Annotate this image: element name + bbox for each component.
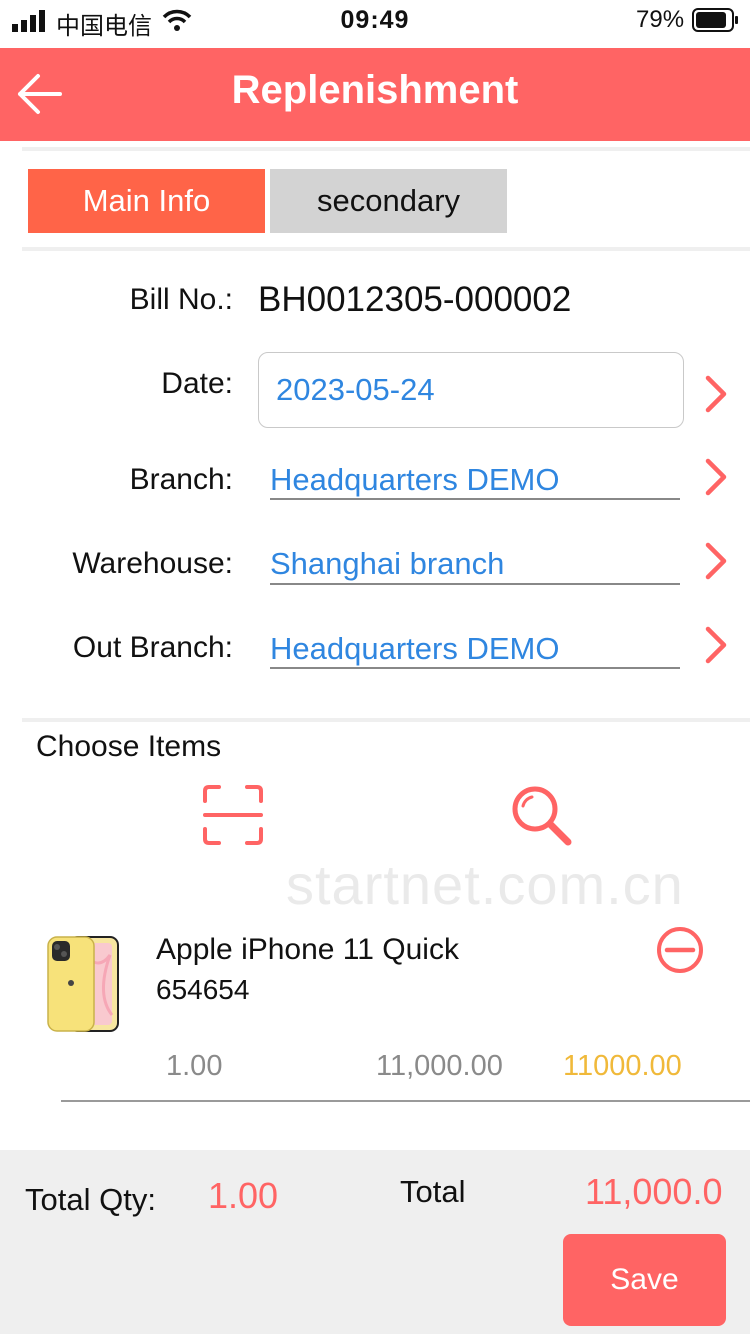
search-icon[interactable]: [510, 784, 572, 846]
bill-no-label: Bill No.:: [129, 283, 233, 316]
date-value: 2023-05-24: [276, 372, 435, 407]
item-price: 11,000.00: [376, 1050, 503, 1082]
battery-percent: 79%: [636, 6, 685, 33]
date-label: Date:: [161, 367, 233, 400]
save-button[interactable]: Save: [563, 1234, 726, 1326]
chevron-right-icon[interactable]: [702, 625, 730, 665]
divider: [22, 247, 750, 251]
product-thumbnail: [47, 936, 119, 1032]
bill-no-value: BH0012305-000002: [258, 280, 572, 319]
list-item[interactable]: Apple iPhone 11 Quick 654654 1.00 11,000…: [0, 920, 750, 1102]
battery-icon: [692, 8, 738, 32]
tab-main-info[interactable]: Main Info: [28, 169, 265, 233]
scan-icon[interactable]: [203, 785, 263, 845]
warehouse-label: Warehouse:: [72, 547, 233, 580]
choose-items-title: Choose Items: [36, 730, 222, 763]
chevron-right-icon[interactable]: [702, 457, 730, 497]
chevron-right-icon[interactable]: [702, 374, 730, 414]
item-qty: 1.00: [166, 1050, 223, 1082]
watermark: startnet.com.cn: [286, 853, 684, 916]
warehouse-field[interactable]: Shanghai branch: [270, 546, 504, 582]
item-amount: 11000.00: [563, 1050, 682, 1082]
total-value: 11,000.0: [585, 1171, 723, 1212]
item-divider: [61, 1100, 750, 1102]
branch-field[interactable]: Headquarters DEMO: [270, 462, 559, 498]
item-name: Apple iPhone 11 Quick: [156, 933, 459, 966]
branch-label: Branch:: [129, 463, 233, 496]
out-branch-underline: [270, 667, 680, 669]
chevron-right-icon[interactable]: [702, 541, 730, 581]
total-qty-label: Total Qty:: [25, 1182, 156, 1217]
out-branch-label: Out Branch:: [72, 631, 233, 664]
item-code: 654654: [156, 974, 250, 1005]
divider: [22, 147, 750, 151]
branch-underline: [270, 498, 680, 500]
total-qty-value: 1.00: [208, 1175, 279, 1216]
nav-header: Replenishment: [0, 48, 750, 141]
remove-circle-icon[interactable]: [655, 925, 705, 975]
out-branch-field[interactable]: Headquarters DEMO: [270, 631, 559, 667]
tab-secondary[interactable]: secondary: [270, 169, 507, 233]
total-label: Total: [400, 1174, 466, 1209]
warehouse-underline: [270, 583, 680, 585]
divider: [22, 718, 750, 722]
status-bar: 中国电信 09:49 79%: [0, 0, 750, 48]
page-title: Replenishment: [231, 68, 519, 112]
